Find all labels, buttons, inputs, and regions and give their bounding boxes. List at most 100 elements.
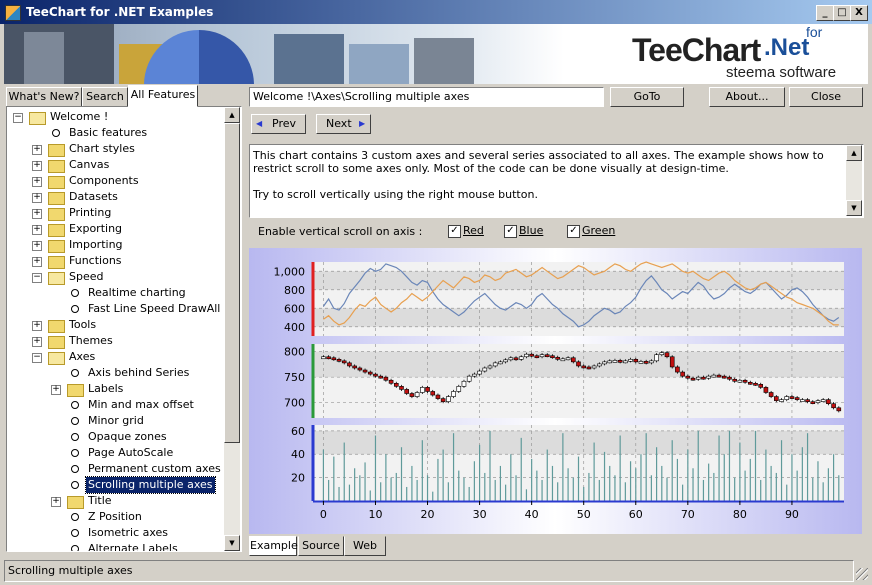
tree-node[interactable]: + Importing (7, 237, 222, 253)
tree-node[interactable]: Fast Line Speed DrawAll (7, 301, 222, 317)
resize-grip-icon[interactable] (856, 568, 868, 580)
tree-node-label[interactable]: Scrolling multiple axes (85, 476, 216, 494)
expand-icon[interactable]: + (51, 385, 61, 395)
tree-node-label[interactable]: Importing (67, 237, 125, 253)
tree-node-label[interactable]: Fast Line Speed DrawAll (86, 301, 222, 317)
tree-node[interactable]: + Components (7, 173, 222, 189)
tree-node-label[interactable]: Tools (67, 317, 98, 333)
tree-node[interactable]: Realtime charting (7, 285, 222, 301)
tree-node[interactable]: + Themes (7, 333, 222, 349)
blue-checkbox[interactable]: ✓ (504, 225, 517, 238)
tree-node-label[interactable]: Printing (67, 205, 113, 221)
tree-node[interactable]: Minor grid (7, 413, 222, 429)
tree-node-label[interactable]: Minor grid (86, 413, 146, 429)
tab-all-features[interactable]: All Features (128, 85, 198, 107)
tab-web[interactable]: Web (344, 536, 386, 556)
tree-node-label[interactable]: Min and max offset (86, 397, 196, 413)
collapse-icon[interactable]: − (32, 273, 42, 283)
tree-node[interactable]: + Printing (7, 205, 222, 221)
tree-node-label[interactable]: Page AutoScale (86, 445, 175, 461)
tree-node[interactable]: − Welcome ! (7, 109, 222, 125)
scroll-thumb[interactable] (224, 123, 240, 443)
tree-node-label[interactable]: Axis behind Series (86, 365, 191, 381)
tree-node[interactable]: Z Position (7, 509, 222, 525)
tree-node-label[interactable]: Basic features (67, 125, 149, 141)
tree-node[interactable]: + Exporting (7, 221, 222, 237)
tree-scrollbar[interactable]: ▲ ▼ (224, 107, 240, 551)
path-field[interactable]: Welcome !\Axes\Scrolling multiple axes (249, 87, 604, 107)
tree-node[interactable]: − Speed (7, 269, 222, 285)
prev-button[interactable]: ◀ Prev (251, 114, 306, 134)
description-box[interactable]: This chart contains 3 custom axes and se… (249, 144, 864, 218)
minimize-button[interactable]: _ (816, 5, 834, 21)
tree-node[interactable]: Min and max offset (7, 397, 222, 413)
tree-node-label[interactable]: Alternate Labels (86, 541, 180, 551)
expand-icon[interactable]: + (32, 321, 42, 331)
description-scrollbar[interactable]: ▲ ▼ (846, 145, 862, 216)
expand-icon[interactable]: + (32, 257, 42, 267)
chart-area[interactable]: 1,000 800 600 400 800 750 700 60 40 20 0 10 20 30 40 50… (249, 248, 862, 534)
tab-whats-new[interactable]: What's New? (6, 87, 82, 107)
tree-node-label[interactable]: Welcome ! (48, 109, 110, 125)
expand-icon[interactable]: + (32, 241, 42, 251)
tree-node[interactable]: + Tools (7, 317, 222, 333)
tab-source[interactable]: Source (298, 536, 344, 556)
chart-svg[interactable]: 1,000 800 600 400 800 750 700 60 40 20 0 10 20 30 40 50… (249, 248, 862, 534)
tree-node[interactable]: + Datasets (7, 189, 222, 205)
tree-node[interactable]: + Labels (7, 381, 222, 397)
tree-node-label[interactable]: Title (86, 493, 114, 509)
tree-node[interactable]: Isometric axes (7, 525, 222, 541)
tree-node-label[interactable]: Permanent custom axes (86, 461, 223, 477)
tree-node-label[interactable]: Axes (67, 349, 97, 365)
goto-button[interactable]: GoTo (610, 87, 684, 107)
about-button[interactable]: About... (709, 87, 785, 107)
tree-node[interactable]: Page AutoScale (7, 445, 222, 461)
collapse-icon[interactable]: − (32, 353, 42, 363)
tree-node[interactable]: + Chart styles (7, 141, 222, 157)
tree-node[interactable]: + Canvas (7, 157, 222, 173)
red-checkbox-label[interactable]: Red (463, 224, 484, 237)
close-button[interactable]: Close (789, 87, 863, 107)
green-checkbox-label[interactable]: Green (582, 224, 615, 237)
tab-example[interactable]: Example (249, 536, 298, 556)
tree-node-label[interactable]: Exporting (67, 221, 124, 237)
tree-node[interactable]: + Title (7, 493, 222, 509)
expand-icon[interactable]: + (32, 193, 42, 203)
maximize-button[interactable]: □ (833, 5, 851, 21)
next-button[interactable]: Next ▶ (316, 114, 371, 134)
expand-icon[interactable]: + (32, 145, 42, 155)
tree-node-label[interactable]: Z Position (86, 509, 144, 525)
tree-node-label[interactable]: Speed (67, 269, 105, 285)
tab-search[interactable]: Search (82, 87, 128, 107)
tree-node[interactable]: + Functions (7, 253, 222, 269)
tree-node-label[interactable]: Datasets (67, 189, 120, 205)
tree-node[interactable]: Permanent custom axes (7, 461, 222, 477)
tree-node[interactable]: Axis behind Series (7, 365, 222, 381)
desc-scroll-up-arrow[interactable]: ▲ (846, 145, 862, 161)
scroll-down-arrow[interactable]: ▼ (224, 535, 240, 551)
tree-node[interactable]: Scrolling multiple axes (7, 476, 222, 494)
feature-tree[interactable]: − Welcome ! Basic features + Chart styles + Ca… (6, 106, 242, 552)
tree-node-label[interactable]: Chart styles (67, 141, 137, 157)
blue-checkbox-label[interactable]: Blue (519, 224, 543, 237)
collapse-icon[interactable]: − (13, 113, 23, 123)
expand-icon[interactable]: + (32, 225, 42, 235)
tree-node-label[interactable]: Themes (67, 333, 115, 349)
expand-icon[interactable]: + (32, 209, 42, 219)
expand-icon[interactable]: + (32, 177, 42, 187)
desc-scroll-down-arrow[interactable]: ▼ (846, 200, 862, 216)
tree-node[interactable]: Basic features (7, 125, 222, 141)
tree-node-label[interactable]: Labels (86, 381, 125, 397)
tree-node[interactable]: − Axes (7, 349, 222, 365)
tree-node[interactable]: Alternate Labels (7, 541, 222, 551)
tree-node-label[interactable]: Isometric axes (86, 525, 170, 541)
close-window-button[interactable]: X (850, 5, 868, 21)
tree-node-label[interactable]: Components (67, 173, 141, 189)
expand-icon[interactable]: + (32, 161, 42, 171)
expand-icon[interactable]: + (32, 337, 42, 347)
tree-node-label[interactable]: Opaque zones (86, 429, 169, 445)
tree-node[interactable]: Opaque zones (7, 429, 222, 445)
red-checkbox[interactable]: ✓ (448, 225, 461, 238)
green-checkbox[interactable]: ✓ (567, 225, 580, 238)
scroll-up-arrow[interactable]: ▲ (224, 107, 240, 123)
